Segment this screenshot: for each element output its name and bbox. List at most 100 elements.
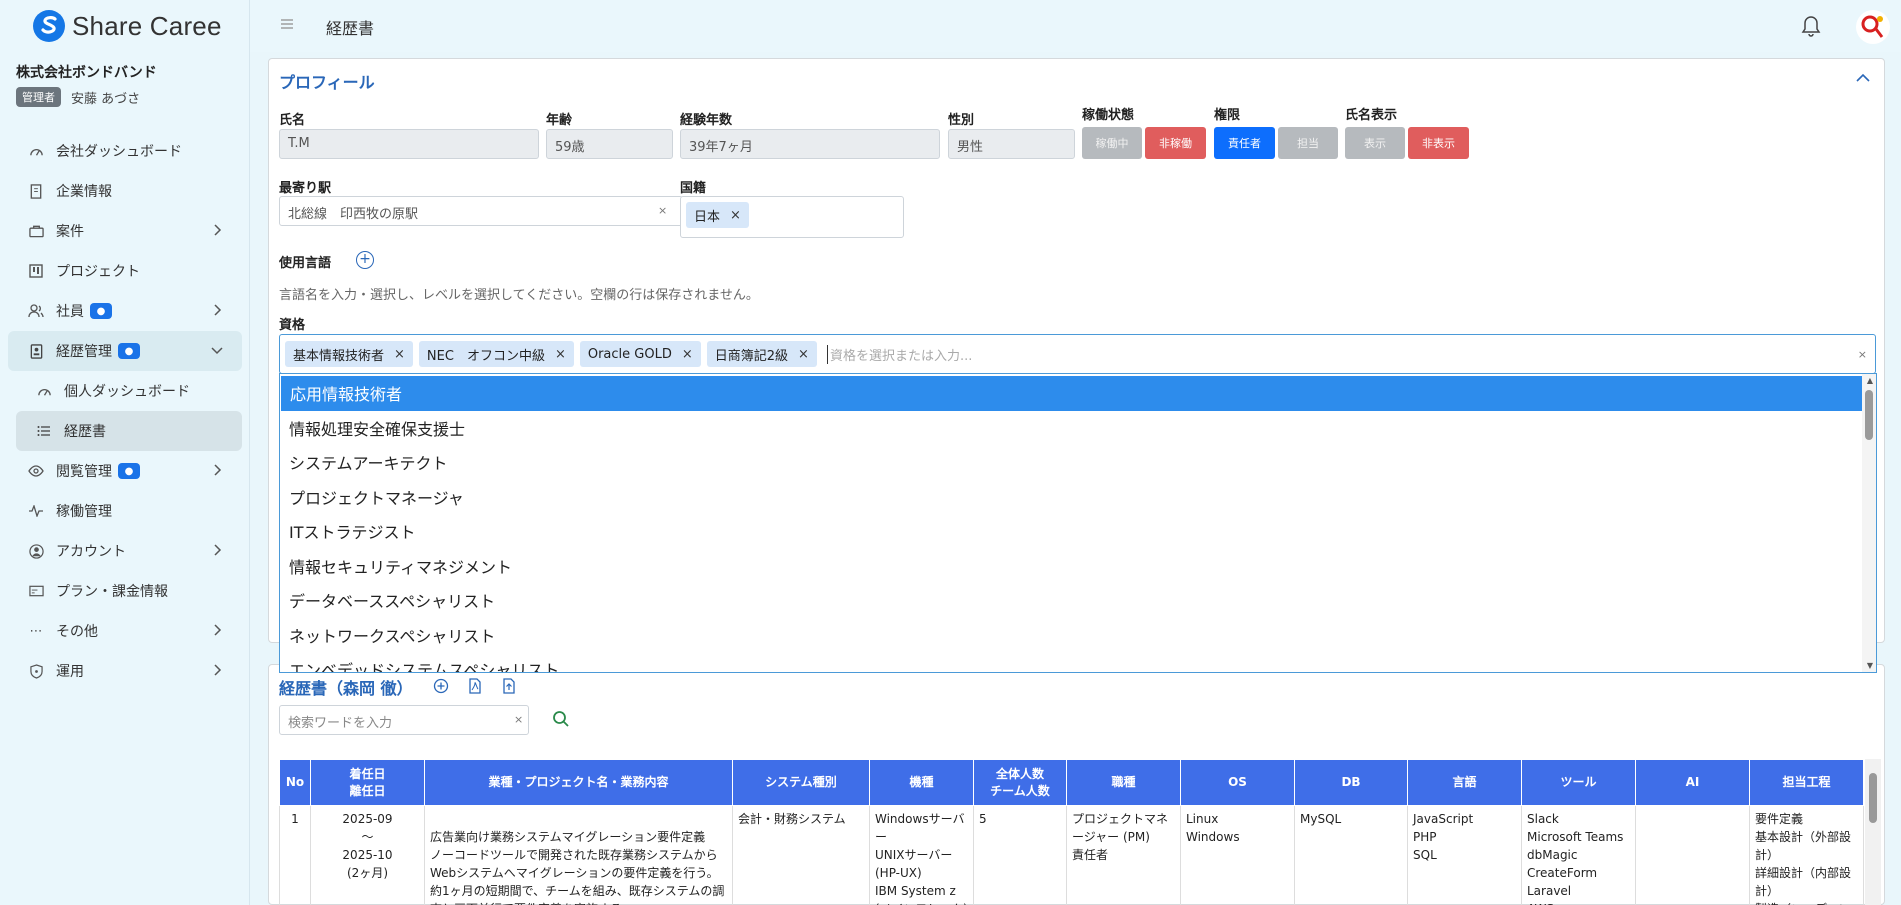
hamburger-icon[interactable] (280, 18, 294, 30)
sidebar-item-personal-dashboard[interactable]: 個人ダッシュボード (8, 371, 242, 411)
add-circle-icon[interactable] (433, 678, 449, 694)
header-os[interactable]: OS (1180, 759, 1295, 806)
pdf-file-icon[interactable] (467, 678, 483, 694)
gender-field: 男性 (948, 129, 1075, 159)
sidebar-item-cases[interactable]: 案件 (8, 211, 242, 251)
app-logo[interactable]: Share Caree (32, 6, 222, 46)
dropdown-option[interactable]: エンベデッドシステムスペシャリスト (280, 652, 1876, 672)
display-hide-button[interactable]: 非表示 (1408, 127, 1469, 159)
dropdown-option[interactable]: ITストラテジスト (280, 514, 1876, 549)
header-tools[interactable]: ツール (1521, 759, 1636, 806)
header-process[interactable]: 担当工程 (1749, 759, 1864, 806)
qualification-dropdown: 応用情報技術者 情報処理安全確保支援士 システムアーキテクト プロジェクトマネー… (279, 373, 1877, 673)
dropdown-option[interactable]: データベーススペシャリスト (280, 583, 1876, 618)
sidebar-item-employees[interactable]: 社員 ● (8, 291, 242, 331)
dropdown-option[interactable]: 情報処理安全確保支援士 (280, 411, 1876, 446)
station-label: 最寄り駅 (279, 181, 332, 196)
status-active-button[interactable]: 稼働中 (1082, 127, 1142, 159)
header-no[interactable]: No (279, 759, 311, 806)
status-inactive-button[interactable]: 非稼働 (1145, 127, 1206, 159)
scroll-down-icon[interactable]: ▼ (1867, 661, 1873, 670)
sidebar-item-resume[interactable]: 経歴書 (16, 411, 242, 451)
nationality-select[interactable]: 日本 × (680, 196, 904, 238)
work-status-label: 稼働状態 (1082, 108, 1135, 123)
chevron-down-icon (211, 347, 223, 355)
dropdown-option[interactable]: システムアーキテクト (280, 445, 1876, 480)
header-job[interactable]: 職種 (1066, 759, 1181, 806)
cell-os: Linux Windows (1180, 805, 1295, 905)
qualifications-select[interactable]: 基本情報技術者 × NEC オフコン中級 × Oracle GOLD × 日商簿記2級… (279, 334, 1876, 374)
table-row[interactable]: 1 2025-09 ～ 2025-10 (2ヶ月) 広告業向け業務システムマイグ… (279, 805, 1864, 905)
header-content[interactable]: 業種・プロジェクト名・業務内容 (424, 759, 733, 806)
bell-icon[interactable] (1800, 14, 1822, 38)
dropdown-option[interactable]: ネットワークスペシャリスト (280, 618, 1876, 653)
sidebar-item-work-management[interactable]: 稼働管理 (8, 491, 242, 531)
dropdown-option[interactable]: 応用情報技術者 (281, 376, 1862, 411)
cell-db: MySQL (1294, 805, 1408, 905)
sidebar-item-view-management[interactable]: 閲覧管理 ● (8, 451, 242, 491)
chevron-right-icon (214, 664, 222, 676)
dropdown-scrollbar[interactable]: ▲ ▼ (1862, 374, 1876, 672)
header-lang[interactable]: 言語 (1407, 759, 1522, 806)
add-language-icon[interactable]: + (356, 251, 374, 269)
dropdown-option[interactable]: 情報セキュリティマネジメント (280, 549, 1876, 584)
sidebar-item-label: その他 (56, 624, 98, 640)
remove-tag-icon[interactable]: × (555, 347, 566, 362)
header-dates[interactable]: 着任日 離任日 (310, 759, 425, 806)
permission-member-button[interactable]: 担当 (1278, 127, 1338, 159)
header-machine[interactable]: 機種 (869, 759, 974, 806)
sidebar-item-billing[interactable]: プラン・課金情報 (8, 571, 242, 611)
sidebar-item-projects[interactable]: プロジェクト (8, 251, 242, 291)
page-title: 経歴書 (326, 19, 375, 38)
sidebar-item-company-dashboard[interactable]: 会社ダッシュボード (8, 131, 242, 171)
remove-tag-icon[interactable]: × (394, 347, 405, 362)
avatar[interactable] (1856, 10, 1890, 44)
chevron-up-icon[interactable] (1856, 73, 1870, 83)
sidebar-item-label: 経歴書 (64, 424, 106, 440)
dashboard-icon (28, 143, 44, 159)
sidebar-item-career-management[interactable]: 経歴管理 ● (8, 331, 242, 371)
cell-no: 1 (279, 805, 311, 905)
display-show-button[interactable]: 表示 (1345, 127, 1405, 159)
export-file-icon[interactable] (501, 678, 517, 694)
cell-ai (1635, 805, 1750, 905)
header-ai[interactable]: AI (1635, 759, 1750, 806)
qualification-input[interactable]: 資格を選択または入力... (826, 344, 972, 364)
station-input[interactable]: 北総線 印西牧の原駅 (279, 196, 683, 226)
building-icon (28, 183, 44, 199)
role-badge: 管理者 (16, 87, 61, 107)
header-people[interactable]: 全体人数 チーム人数 (973, 759, 1067, 806)
search-icon[interactable] (551, 709, 571, 729)
remove-tag-icon[interactable]: × (798, 347, 809, 362)
dropdown-option[interactable]: プロジェクトマネージャ (280, 480, 1876, 515)
clear-icon[interactable]: × (1858, 348, 1867, 361)
experience-label: 経験年数 (680, 113, 733, 128)
scroll-up-icon[interactable]: ▲ (1867, 376, 1873, 385)
cell-machine: Windowsサーバー UNIXサーバー(HP-UX) IBM System z… (869, 805, 974, 905)
table-header-row: No 着任日 離任日 業種・プロジェクト名・業務内容 システム種別 機種 全体人… (279, 759, 1864, 806)
tag-label: 基本情報技術者 (293, 348, 385, 364)
remove-tag-icon[interactable]: × (682, 347, 693, 362)
sidebar-item-company-info[interactable]: 企業情報 (8, 171, 242, 211)
table-scrollbar[interactable] (1865, 759, 1881, 905)
qualification-tag: 日商簿記2級 × (706, 341, 817, 367)
chevron-right-icon (214, 304, 222, 316)
top-header: 経歴書 (250, 0, 1901, 52)
briefcase-icon (28, 223, 44, 239)
chevron-right-icon (214, 544, 222, 556)
clear-icon[interactable]: × (514, 713, 523, 726)
sidebar-item-account[interactable]: アカウント (8, 531, 242, 571)
permission-lead-button[interactable]: 責任者 (1214, 127, 1275, 159)
scrollbar-thumb[interactable] (1865, 390, 1873, 440)
sidebar-item-other[interactable]: ⋯ その他 (8, 611, 242, 651)
header-system[interactable]: システム種別 (732, 759, 870, 806)
scrollbar-thumb[interactable] (1869, 773, 1877, 823)
header-db[interactable]: DB (1294, 759, 1408, 806)
tag-label: 日商簿記2級 (714, 348, 789, 364)
search-input[interactable]: 検索ワードを入力 (279, 705, 529, 735)
cell-tools: Slack Microsoft Teams dbMagic CreateForm… (1521, 805, 1636, 905)
remove-tag-icon[interactable]: × (730, 208, 741, 223)
name-label: 氏名 (279, 113, 306, 128)
clear-icon[interactable]: × (658, 204, 667, 217)
sidebar-item-operations[interactable]: 運用 (8, 651, 242, 691)
